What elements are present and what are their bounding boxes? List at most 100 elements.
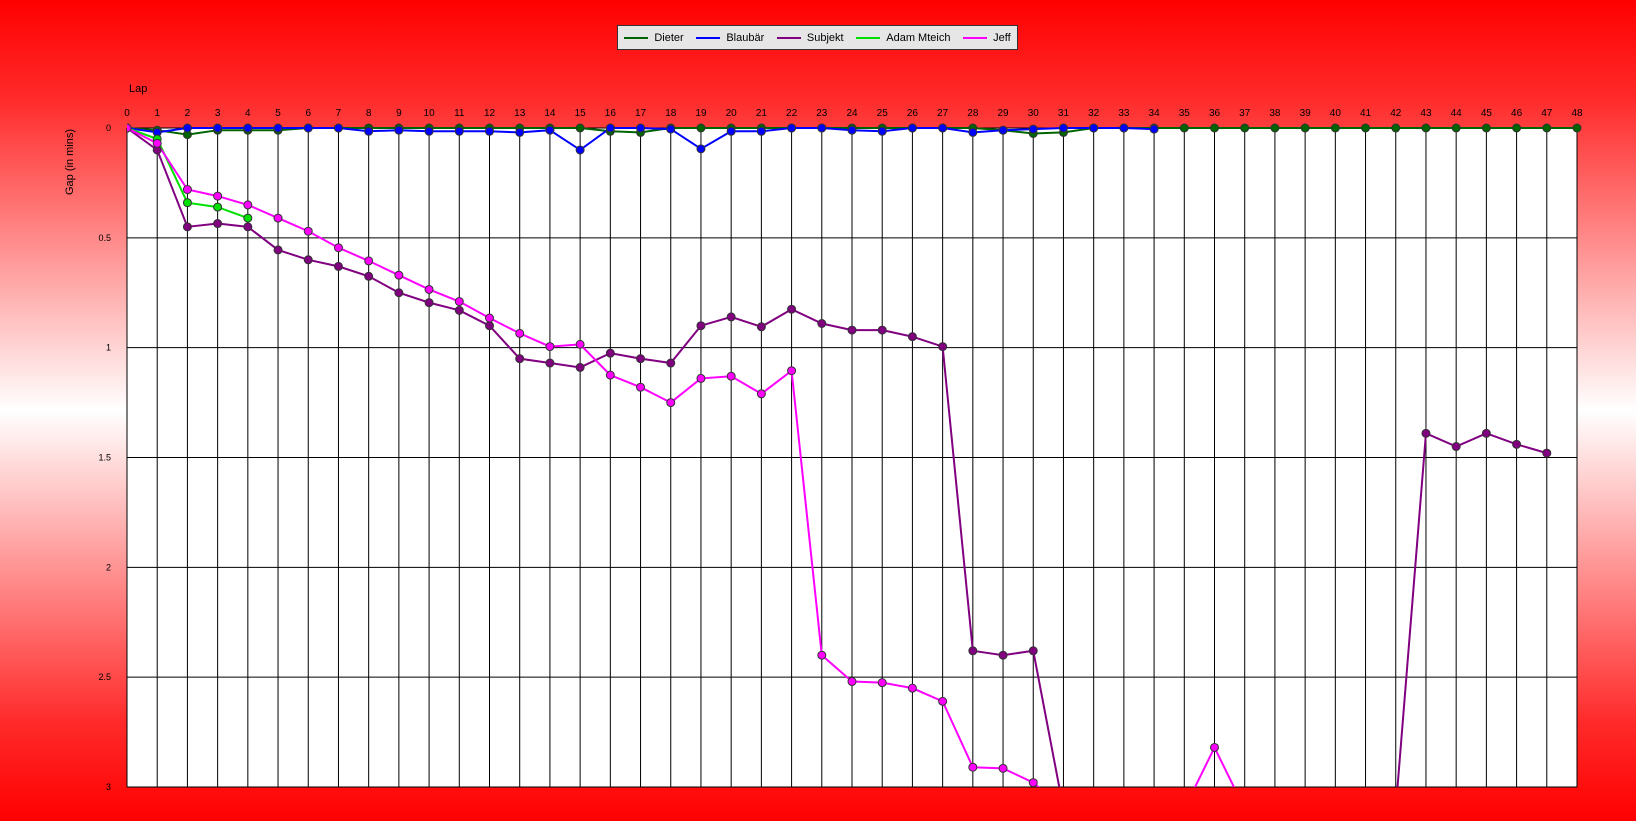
data-point xyxy=(605,370,615,380)
legend-label: Blaubär xyxy=(726,31,765,44)
x-tick-label: 13 xyxy=(514,108,526,119)
x-tick-label: 45 xyxy=(1481,108,1493,119)
data-point xyxy=(1179,123,1189,133)
legend-item: Jeff xyxy=(963,32,1011,44)
data-point xyxy=(1572,123,1582,133)
data-point xyxy=(1240,123,1250,133)
data-point xyxy=(938,696,948,706)
data-point xyxy=(696,373,706,383)
x-tick-label: 26 xyxy=(907,108,919,119)
data-point xyxy=(394,270,404,280)
x-tick-label: 35 xyxy=(1179,108,1191,119)
data-point xyxy=(182,123,192,133)
data-point xyxy=(726,312,736,322)
y-tick-label: 1.5 xyxy=(98,453,111,463)
data-point xyxy=(454,305,464,315)
x-tick-label: 33 xyxy=(1118,108,1130,119)
data-point xyxy=(303,226,313,236)
data-point xyxy=(696,123,706,133)
data-point xyxy=(273,245,283,255)
data-point xyxy=(243,123,253,133)
data-point xyxy=(938,123,948,133)
x-tick-label: 4 xyxy=(245,108,251,119)
legend-swatch xyxy=(776,36,801,39)
data-point xyxy=(1028,646,1038,656)
chart-svg: 0 1 2 3 4 5 6 7 8 9 10 11 12 13 14 15 16 17 18 19 20 21 22 23 24… xyxy=(64,83,1583,792)
x-tick-label: 17 xyxy=(635,108,647,119)
data-point xyxy=(756,389,766,399)
x-tick-label: 23 xyxy=(816,108,828,119)
data-point xyxy=(515,354,525,364)
data-point xyxy=(1119,123,1129,133)
data-point xyxy=(575,145,585,155)
data-point xyxy=(1300,123,1310,133)
x-tick-label: 34 xyxy=(1149,108,1161,119)
data-point xyxy=(1270,123,1280,133)
data-point xyxy=(1028,124,1038,134)
data-point xyxy=(273,123,283,133)
data-point xyxy=(394,288,404,298)
data-point xyxy=(817,123,827,133)
data-point xyxy=(1361,123,1371,133)
data-point xyxy=(182,198,192,208)
data-point xyxy=(696,144,706,154)
data-point xyxy=(1028,778,1038,787)
data-point xyxy=(968,127,978,137)
data-point xyxy=(726,126,736,136)
data-point xyxy=(515,328,525,338)
data-point xyxy=(485,126,494,136)
x-tick-label: 9 xyxy=(396,108,402,119)
legend-label: Subjekt xyxy=(806,31,844,44)
data-point xyxy=(545,358,555,368)
data-point xyxy=(666,398,676,408)
data-point xyxy=(424,126,434,136)
x-tick-label: 11 xyxy=(454,108,465,119)
data-point xyxy=(756,322,766,332)
data-point xyxy=(817,319,827,329)
x-tick-label: 8 xyxy=(366,108,372,119)
data-point xyxy=(1481,428,1491,438)
data-point xyxy=(968,646,978,656)
data-point xyxy=(787,123,797,133)
data-point xyxy=(333,123,343,133)
data-point xyxy=(605,123,615,133)
data-point xyxy=(575,339,585,349)
x-tick-label: 18 xyxy=(665,108,677,119)
data-point xyxy=(787,304,797,314)
data-point xyxy=(907,123,917,133)
x-axis-label: Lap xyxy=(129,83,147,95)
data-point xyxy=(877,325,887,335)
y-tick-label: 2.5 xyxy=(98,672,111,682)
data-point xyxy=(213,191,223,201)
y-tick-label: 3 xyxy=(106,782,111,792)
data-point xyxy=(968,762,978,772)
x-tick-label: 28 xyxy=(967,108,979,119)
data-point xyxy=(1542,123,1552,133)
data-point xyxy=(243,213,253,223)
y-tick-labels: 0 0.5 1 1.5 2 2.5 3 xyxy=(98,123,111,792)
data-point xyxy=(213,219,223,229)
y-tick-label: 1 xyxy=(106,343,111,353)
data-point xyxy=(213,123,223,133)
data-point xyxy=(303,255,313,265)
data-point xyxy=(938,342,948,352)
x-tick-label: 12 xyxy=(484,108,496,119)
data-point xyxy=(485,313,494,323)
data-point xyxy=(182,222,192,232)
x-tick-label: 41 xyxy=(1360,108,1372,119)
x-tick-label: 30 xyxy=(1028,108,1040,119)
data-point xyxy=(1542,448,1552,458)
data-point xyxy=(575,362,585,372)
data-point xyxy=(273,213,283,223)
data-point xyxy=(1512,123,1522,133)
legend-item: Dieter xyxy=(624,32,684,44)
legend-item: Subjekt xyxy=(776,31,844,44)
data-point xyxy=(1330,123,1340,133)
data-point xyxy=(364,256,374,266)
x-tick-labels: 0 1 2 3 4 5 6 7 8 9 10 11 12 13 14 15 16 17 18 19 20 21 22 23 24… xyxy=(124,108,1583,119)
data-point xyxy=(575,123,585,133)
x-tick-label: 2 xyxy=(185,108,191,119)
data-point xyxy=(847,677,857,687)
data-point xyxy=(666,358,676,368)
data-point xyxy=(127,123,132,133)
